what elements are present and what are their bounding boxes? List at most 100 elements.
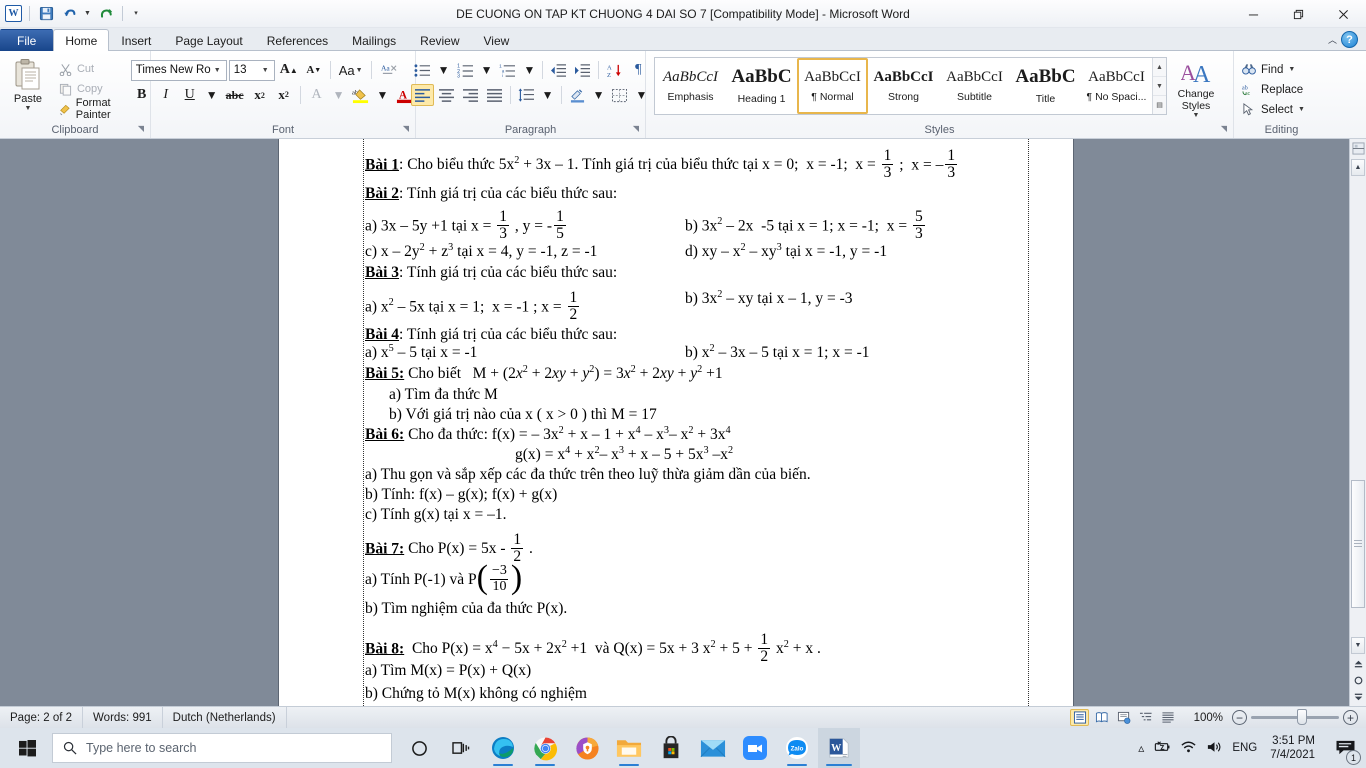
numbering-dropdown-icon[interactable]: ▼ [478,59,496,81]
undo-dropdown-icon[interactable]: ▼ [83,4,92,23]
taskbar-app-file-explorer[interactable] [608,728,650,768]
start-button[interactable] [4,728,50,768]
style-no-spacing[interactable]: AaBbCcI ¶ No Spaci... [1081,58,1152,114]
next-page-button[interactable] [1350,689,1366,706]
previous-page-button[interactable] [1350,655,1366,672]
search-box[interactable]: Type here to search [52,733,392,763]
taskbar-app-zoom[interactable] [734,728,776,768]
bold-button[interactable]: B [131,84,153,106]
redo-icon[interactable] [96,4,115,23]
zoom-slider-track[interactable] [1251,709,1339,725]
text-effects-button[interactable]: A [306,84,328,106]
tab-file[interactable]: File [0,29,54,51]
replace-button[interactable]: ab ac Replace [1238,80,1309,99]
web-layout-view-button[interactable] [1114,709,1133,726]
bullets-button[interactable] [411,59,434,81]
battery-icon[interactable] [1153,740,1171,757]
paste-dropdown-icon[interactable]: ▼ [25,105,32,112]
close-button[interactable] [1321,0,1366,28]
shading-button[interactable] [566,84,589,106]
wifi-icon[interactable] [1180,740,1197,757]
line-spacing-button[interactable] [515,84,538,106]
minimize-ribbon-icon[interactable]: ︿ [1328,33,1337,46]
zoom-in-button[interactable]: + [1343,710,1358,725]
clock[interactable]: 3:51 PM 7/4/2021 [1266,734,1319,762]
zoom-out-button[interactable]: − [1232,710,1247,725]
split-view-icon[interactable] [1350,139,1366,158]
notification-center-button[interactable]: 1 [1328,728,1362,768]
full-screen-reading-view-button[interactable] [1092,709,1111,726]
select-browse-object-button[interactable] [1350,672,1366,689]
change-case-button[interactable]: Aa ▼ [336,59,366,81]
line-spacing-dropdown-icon[interactable]: ▼ [539,84,557,106]
borders-button[interactable] [608,84,631,106]
style-heading-1[interactable]: AaBbC Heading 1 [726,58,797,114]
tab-home[interactable]: Home [53,29,110,51]
font-size-combo[interactable]: 13 ▼ [228,59,275,81]
align-left-button[interactable] [410,84,434,106]
shading-dropdown-icon[interactable]: ▼ [590,84,608,106]
zoom-slider[interactable]: − + [1232,709,1358,725]
highlight-color-button[interactable]: ab [350,84,372,106]
select-dropdown-icon[interactable]: ▼ [1298,106,1305,113]
text-effects-dropdown-icon[interactable]: ▼ [330,84,348,106]
language-indicator[interactable]: ENG [1232,742,1257,754]
styles-dialog-launcher-icon[interactable]: ◥ [1221,121,1227,136]
help-icon[interactable]: ? [1341,31,1358,48]
language-indicator[interactable]: Dutch (Netherlands) [163,707,287,728]
task-view-button[interactable] [440,728,482,768]
style-strong[interactable]: AaBbCcI Strong [868,58,939,114]
save-icon[interactable] [37,4,56,23]
multilevel-list-button[interactable]: 1ai [496,59,519,81]
tab-review[interactable]: Review [408,29,471,51]
multilevel-dropdown-icon[interactable]: ▼ [520,59,538,81]
clipboard-dialog-launcher-icon[interactable]: ◥ [138,121,144,136]
tab-view[interactable]: View [472,29,522,51]
numbering-button[interactable]: 123 [454,59,477,81]
taskbar-app-mail[interactable] [692,728,734,768]
scroll-thumb[interactable] [1351,480,1365,608]
italic-button[interactable]: I [155,84,177,106]
gallery-scroll-up-icon[interactable]: ▲ [1153,58,1166,77]
taskbar-app-edge[interactable] [482,728,524,768]
justify-button[interactable] [483,84,506,106]
word-count[interactable]: Words: 991 [83,707,163,728]
cortana-button[interactable] [398,728,440,768]
style-subtitle[interactable]: AaBbCcI Subtitle [939,58,1010,114]
scroll-up-button[interactable]: ▲ [1351,159,1365,176]
style-title[interactable]: AaBbC Title [1010,58,1081,114]
gallery-more-icon[interactable]: ▤ [1153,96,1166,114]
find-button[interactable]: Find ▼ [1238,60,1309,79]
underline-button[interactable]: U [179,84,201,106]
tab-references[interactable]: References [255,29,340,51]
taskbar-app-avast-browser[interactable] [566,728,608,768]
align-center-button[interactable] [435,84,458,106]
print-layout-view-button[interactable] [1070,709,1089,726]
clear-formatting-button[interactable]: Aa [377,59,401,81]
highlight-dropdown-icon[interactable]: ▼ [374,84,392,106]
outline-view-button[interactable] [1136,709,1155,726]
paragraph-dialog-launcher-icon[interactable]: ◥ [633,121,639,136]
find-dropdown-icon[interactable]: ▼ [1288,66,1295,73]
gallery-scroll-down-icon[interactable]: ▼ [1153,77,1166,96]
undo-icon[interactable] [60,4,79,23]
document-vertical-scrollbar[interactable]: ▲ ▼ [1349,139,1366,706]
document-scroll-region[interactable]: Bài 1: Cho biểu thức 5x2 + 3x – 1. Tính … [0,139,1349,706]
bullets-dropdown-icon[interactable]: ▼ [435,59,453,81]
change-styles-button[interactable]: A A Change Styles ▼ [1167,56,1225,119]
underline-dropdown-icon[interactable]: ▼ [203,84,221,106]
align-right-button[interactable] [459,84,482,106]
draft-view-button[interactable] [1158,709,1177,726]
change-styles-dropdown-icon[interactable]: ▼ [1193,112,1200,119]
taskbar-app-zalo[interactable]: Zalo [776,728,818,768]
taskbar-app-chrome[interactable] [524,728,566,768]
increase-indent-button[interactable] [571,59,594,81]
font-family-combo[interactable]: Times New Rom ▼ [130,59,227,81]
restore-button[interactable] [1276,0,1321,28]
style-normal[interactable]: AaBbCcI ¶ Normal [797,58,868,114]
grow-font-button[interactable]: A ▲ [277,59,301,81]
show-hidden-icons-button[interactable]: ▵ [1138,741,1144,755]
taskbar-app-word[interactable]: W [818,728,860,768]
subscript-button[interactable]: x2 [249,84,271,106]
tab-mailings[interactable]: Mailings [340,29,408,51]
